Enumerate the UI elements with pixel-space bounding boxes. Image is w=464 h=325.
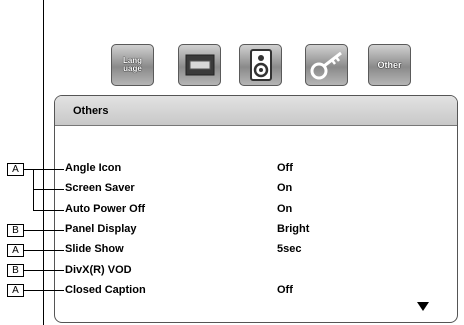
menu-label: Auto Power Off [65,203,146,215]
menu-row-closed-caption[interactable]: Closed Caption Off [55,284,457,300]
tab-other[interactable]: Other [368,44,411,86]
callout-line [24,230,64,231]
tab-other-label: Other [377,60,402,70]
annotation-tag-a: A [7,284,24,297]
speaker-icon [249,49,272,81]
menu-row-angle-icon[interactable]: Angle Icon Off [55,162,457,178]
menu-value: On [277,203,293,215]
annotation-tag-a: A [7,244,24,257]
panel-header: Others [55,96,457,126]
tab-display[interactable] [178,44,221,86]
annotation-tag-a: A [7,163,24,176]
annotation-tag-b: B [7,224,24,237]
key-icon [310,51,342,80]
menu-label: Screen Saver [65,182,135,194]
scroll-down-arrow-icon[interactable] [417,302,429,311]
callout-line [24,270,64,271]
callout-line [33,210,64,211]
menu-value: Off [277,284,293,296]
menu-row-slide-show[interactable]: Slide Show 5sec [55,243,457,259]
menu-row-screen-saver[interactable]: Screen Saver On [55,182,457,198]
menu-value: Off [277,162,293,174]
display-icon [185,54,214,76]
callout-bracket [33,169,34,211]
frame-border [43,0,44,325]
menu-row-auto-power-off[interactable]: Auto Power Off On [55,203,457,219]
callout-line [24,290,64,291]
tab-language[interactable]: Lang uage [111,44,154,86]
tab-parental[interactable] [305,44,348,86]
others-panel: Others Angle Icon Off Screen Saver On Au… [54,95,458,323]
menu-value: Bright [277,223,310,235]
menu-label: Angle Icon [65,162,122,174]
menu-label: Panel Display [65,223,137,235]
menu-row-divx-vod[interactable]: DivX(R) VOD [55,264,457,280]
menu-label: DivX(R) VOD [65,264,132,276]
callout-line [24,169,64,170]
tab-language-label: Lang uage [122,56,143,73]
menu-value: On [277,182,293,194]
callout-line [24,250,64,251]
menu-label: Closed Caption [65,284,146,296]
callout-line [33,189,64,190]
menu-row-panel-display[interactable]: Panel Display Bright [55,223,457,239]
menu-label: Slide Show [65,243,124,255]
panel-title: Others [73,105,109,117]
tab-audio[interactable] [239,44,282,86]
menu-value: 5sec [277,243,302,255]
annotation-tag-b: B [7,264,24,277]
